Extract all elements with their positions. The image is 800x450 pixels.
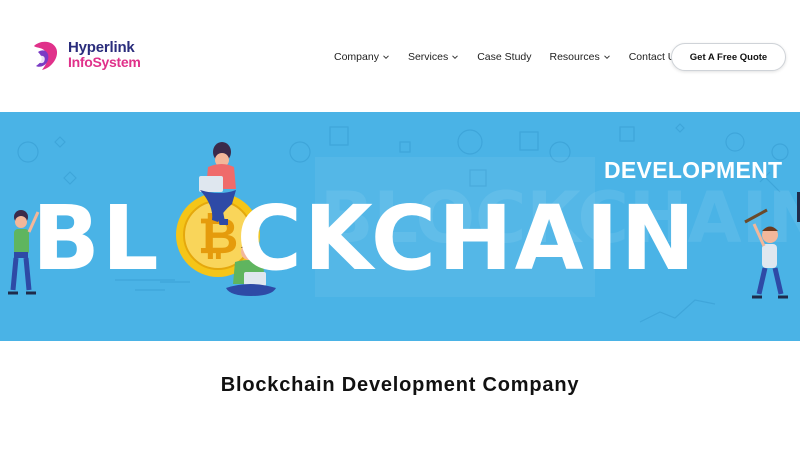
nav-item-case-study[interactable]: Case Study <box>477 51 531 63</box>
nav-label: Case Study <box>477 51 532 63</box>
nav-item-company[interactable]: Company <box>334 51 390 63</box>
get-free-quote-button[interactable]: Get A Free Quote <box>671 43 786 71</box>
chevron-down-icon <box>452 55 459 60</box>
nav-label: Resources <box>549 51 600 63</box>
blockchain-text-part-2: CKCHAIN <box>236 186 698 290</box>
logo-line-1: Hyperlink <box>68 39 135 56</box>
hyperlink-logo-icon <box>34 41 58 70</box>
banner-blockchain-text: BL CKCHAIN <box>32 183 697 293</box>
hero-banner: BLOCKCHAIN ₿ DEVELOPMENT BL CKCHAIN <box>0 112 800 341</box>
banner-development-text: DEVELOPMENT <box>604 157 783 183</box>
nav-item-resources[interactable]: Resources <box>550 51 611 63</box>
nav-label: Services <box>407 51 449 63</box>
logo-text: Hyperlink InfoSystem <box>68 39 141 70</box>
nav-item-services[interactable]: Services <box>408 51 459 63</box>
brand-logo[interactable]: Hyperlink InfoSystem <box>30 38 141 78</box>
nav-label: Company <box>334 51 379 63</box>
chevron-down-icon <box>383 55 389 60</box>
blockchain-text-part-1: BL <box>32 186 161 290</box>
logo-line-2: InfoSystem <box>68 54 141 70</box>
main-nav: Company Services Case Study Resources Co… <box>334 48 699 66</box>
site-header: Hyperlink InfoSystem Company Services Ca… <box>0 0 800 84</box>
chevron-down-icon <box>603 55 610 60</box>
page-title: Blockchain Development Company <box>220 374 580 396</box>
